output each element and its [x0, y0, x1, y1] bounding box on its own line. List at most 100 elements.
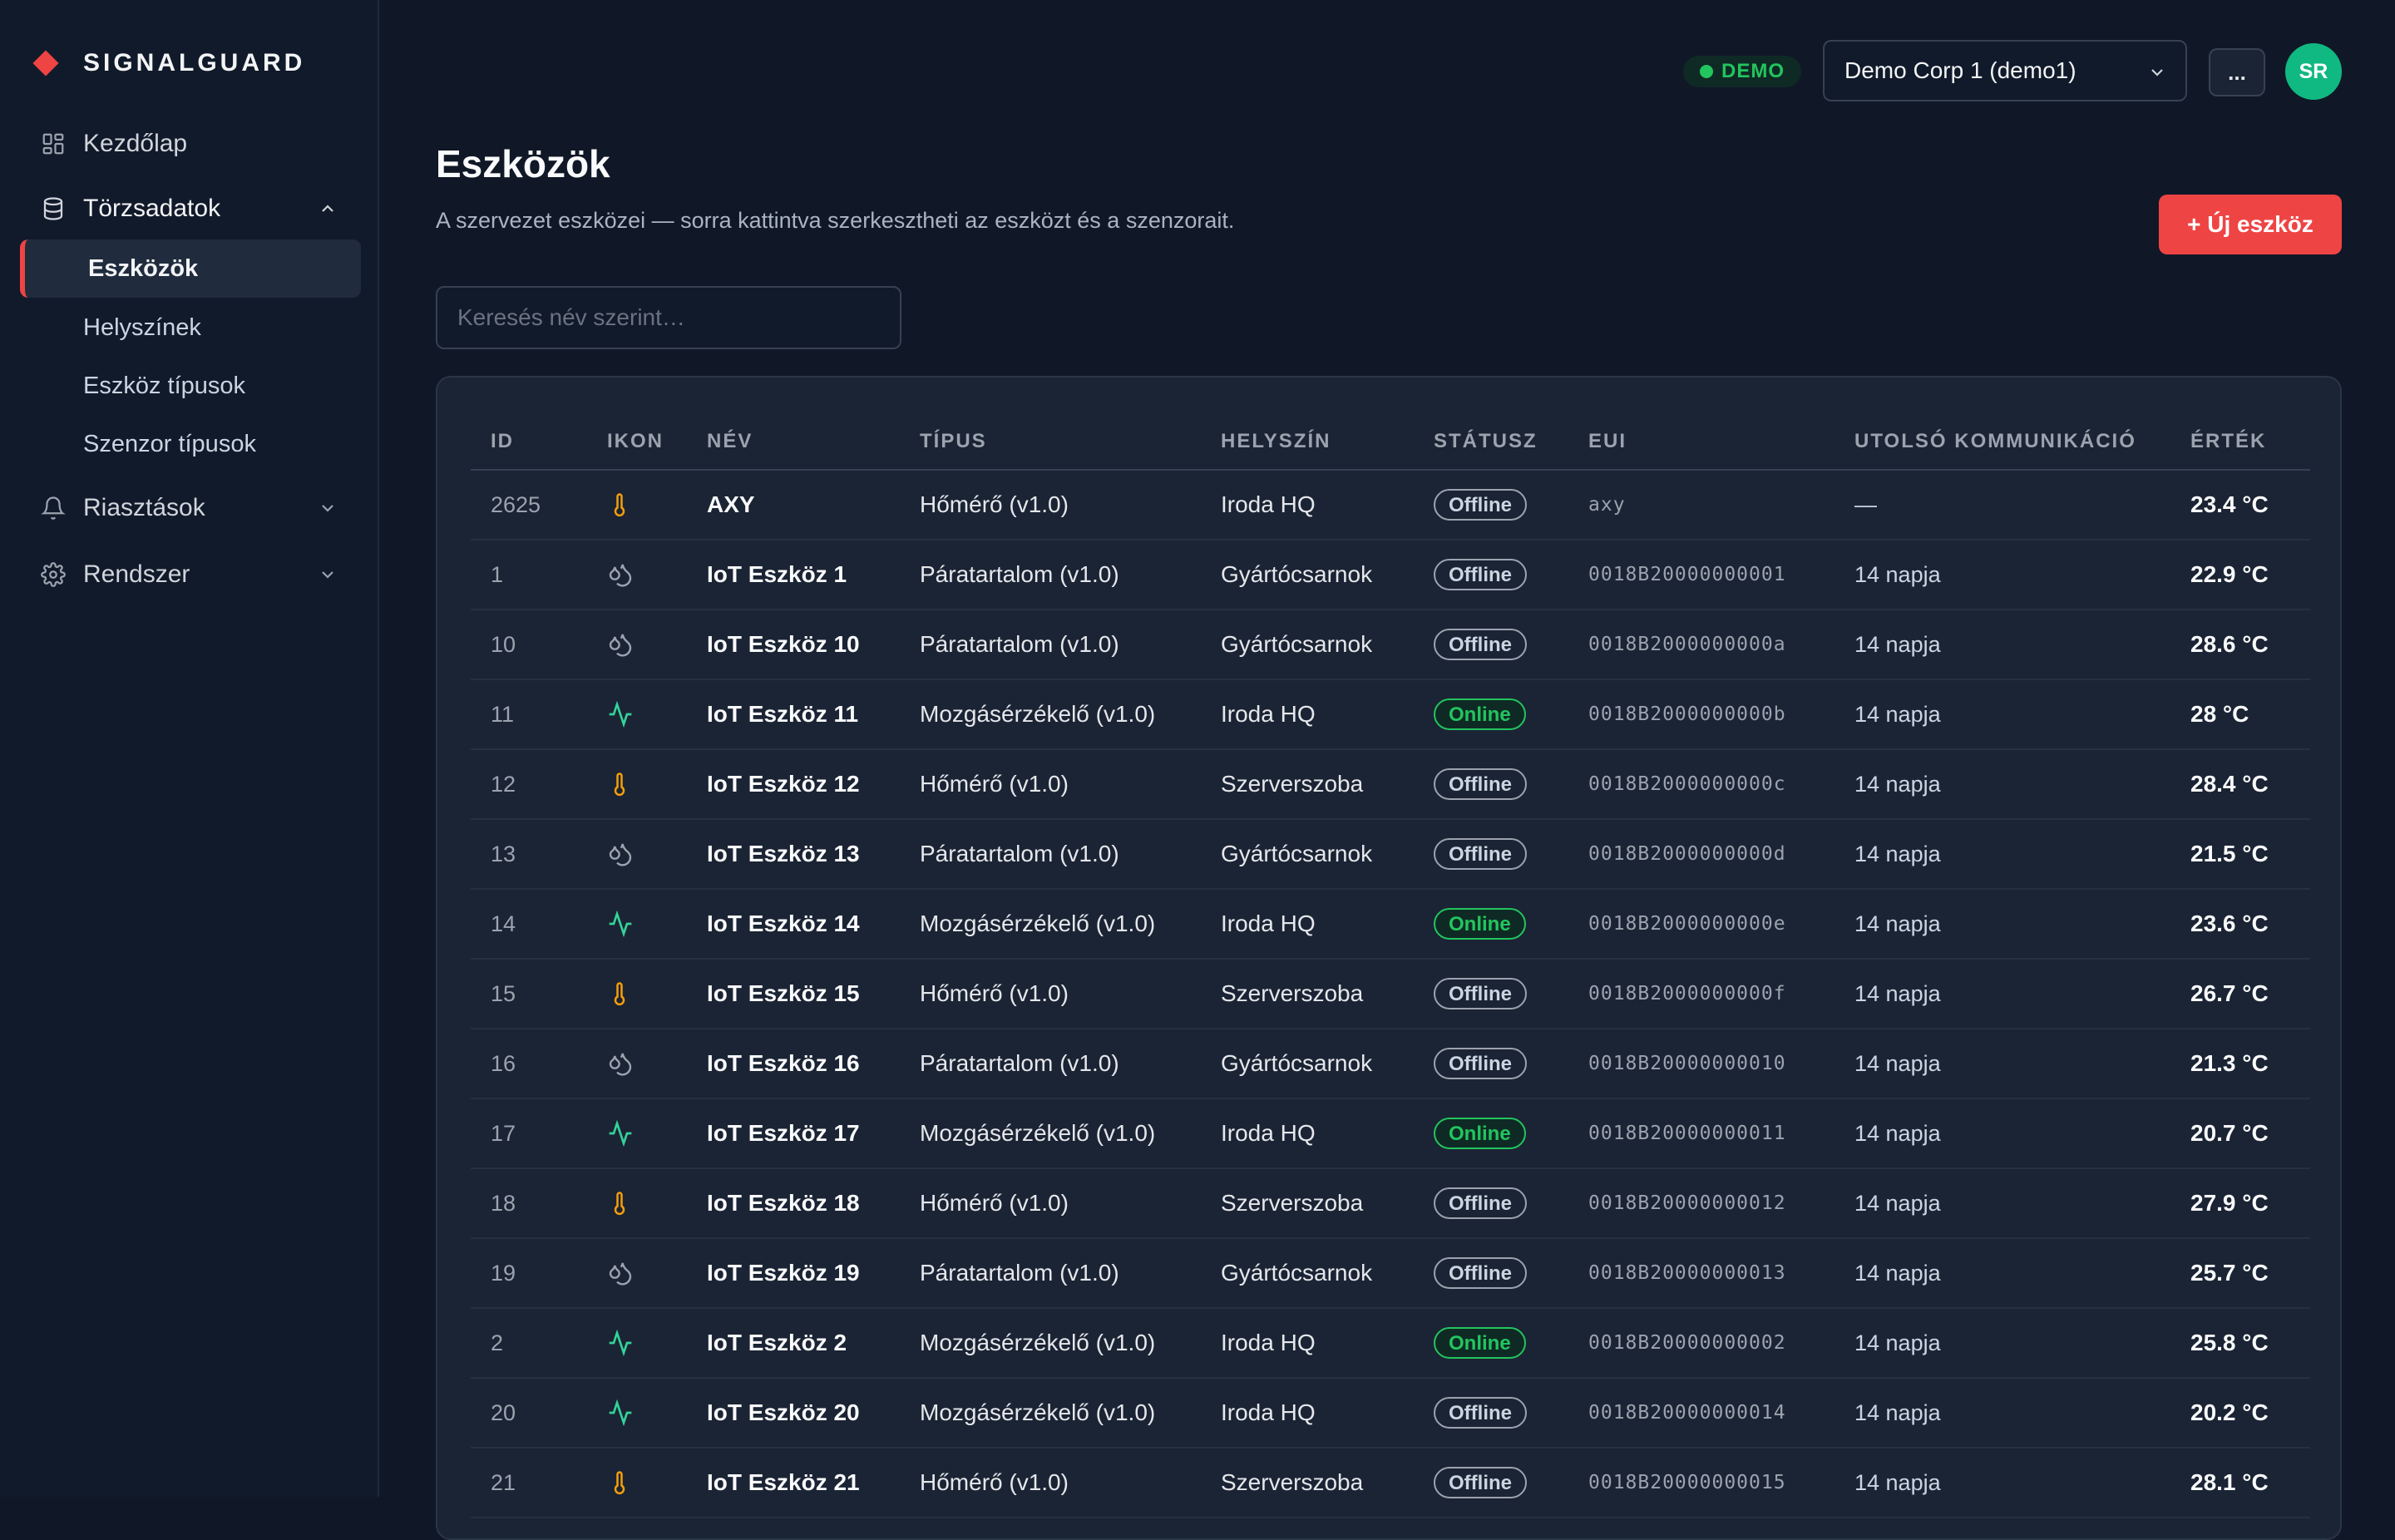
table-row[interactable]: 2 IoT Eszköz 2 Mozgásérzékelő (v1.0) Iroda …: [471, 1308, 2310, 1379]
database-icon: [40, 195, 67, 222]
cell-id: 12: [471, 749, 587, 820]
table-row[interactable]: 19 IoT Eszköz 19 Páratartalom (v1.0) Gyártó…: [471, 1238, 2310, 1309]
sidebar-subitem-locations[interactable]: Helyszínek: [83, 307, 201, 348]
cell-eui: 0018B20000000014: [1568, 1378, 1835, 1449]
sidebar-subitem-sensor-types[interactable]: Szenzor típusok: [83, 423, 256, 465]
cell-name: IoT Eszköz 19: [687, 1238, 900, 1309]
cell-eui: 0018B2000000000e: [1568, 889, 1835, 960]
cell-last-communication: 14 napja: [1835, 540, 2170, 610]
cell-last-communication: 14 napja: [1835, 1098, 2170, 1169]
cell-name: IoT Eszköz 2: [687, 1308, 900, 1379]
cell-value: 21.3 °C: [2170, 1029, 2310, 1099]
cell-type: Hőmérő (v1.0): [900, 1168, 1201, 1239]
sidebar-item-dashboard[interactable]: Kezdőlap: [40, 123, 187, 165]
cell-type: Hőmérő (v1.0): [900, 959, 1201, 1029]
cell-location: Gyártócsarnok: [1201, 1029, 1414, 1099]
cell-last-communication: 14 napja: [1835, 1308, 2170, 1379]
cell-last-communication: 14 napja: [1835, 819, 2170, 890]
cell-value: 22.9 °C: [2170, 540, 2310, 610]
table-row[interactable]: 13 IoT Eszköz 13 Páratartalom (v1.0) Gyártó…: [471, 819, 2310, 890]
column-header-id[interactable]: ID: [471, 414, 587, 471]
organization-select[interactable]: Demo Corp 1 (demo1): [1823, 40, 2187, 101]
thermometer-icon: [607, 981, 687, 1006]
brand-name: SIGNALGUARD: [83, 49, 306, 77]
status-badge: Offline: [1434, 489, 1527, 521]
cell-type: Páratartalom (v1.0): [900, 540, 1201, 610]
sidebar-item-label: Törzsadatok: [83, 195, 221, 222]
new-device-button[interactable]: + Új eszköz: [2159, 195, 2342, 254]
chevron-down-icon: [322, 571, 333, 579]
activity-icon: [607, 911, 687, 937]
table-row[interactable]: 16 IoT Eszköz 16 Páratartalom (v1.0) Gyártó…: [471, 1029, 2310, 1099]
cell-name: IoT Eszköz 1: [687, 540, 900, 610]
sidebar-subitem-device-types[interactable]: Eszköz típusok: [83, 365, 245, 407]
cell-location: Iroda HQ: [1201, 1098, 1414, 1169]
table-row[interactable]: 11 IoT Eszköz 11 Mozgásérzékelő (v1.0) Irod…: [471, 679, 2310, 750]
more-button[interactable]: ...: [2209, 48, 2265, 96]
cell-value: 21.5 °C: [2170, 819, 2310, 890]
cell-name: IoT Eszköz 15: [687, 959, 900, 1029]
status-badge: Offline: [1434, 978, 1527, 1009]
table-row[interactable]: 21 IoT Eszköz 21 Hőmérő (v1.0) Szerverszoba…: [471, 1448, 2310, 1518]
cell-location: Szerverszoba: [1201, 959, 1414, 1029]
page-subtitle: A szervezet eszközei — sorra kattintva s…: [436, 208, 1235, 233]
column-header-name[interactable]: NÉV: [687, 414, 900, 471]
table-row[interactable]: 14 IoT Eszköz 14 Mozgásérzékelő (v1.0) Irod…: [471, 889, 2310, 960]
table-row[interactable]: 1 IoT Eszköz 1 Páratartalom (v1.0) Gyártócs…: [471, 540, 2310, 610]
thermometer-icon: [607, 1470, 687, 1495]
cell-id: 20: [471, 1378, 587, 1449]
status-dot-icon: [1700, 65, 1713, 78]
cell-type: Páratartalom (v1.0): [900, 610, 1201, 680]
column-header-type[interactable]: TÍPUS: [900, 414, 1201, 471]
table-row[interactable]: 17 IoT Eszköz 17 Mozgásérzékelő (v1.0) Irod…: [471, 1098, 2310, 1169]
cell-location: Iroda HQ: [1201, 470, 1414, 540]
thermometer-icon: [607, 772, 687, 797]
droplets-icon: [607, 631, 687, 658]
cell-location: Gyártócsarnok: [1201, 610, 1414, 680]
cell-value: 27.9 °C: [2170, 1168, 2310, 1239]
table-row[interactable]: 20 IoT Eszköz 20 Mozgásérzékelő (v1.0) Irod…: [471, 1378, 2310, 1449]
cell-eui: 0018B20000000002: [1568, 1308, 1835, 1379]
status-badge: Online: [1434, 1327, 1526, 1359]
column-header-eui[interactable]: EUI: [1568, 414, 1835, 471]
sidebar-item-master-data[interactable]: Törzsadatok: [40, 188, 333, 230]
table-row[interactable]: 10 IoT Eszköz 10 Páratartalom (v1.0) Gyártó…: [471, 610, 2310, 680]
thermometer-icon: [607, 492, 687, 517]
table-row[interactable]: 15 IoT Eszköz 15 Hőmérő (v1.0) Szerverszoba…: [471, 959, 2310, 1029]
cell-eui: 0018B2000000000b: [1568, 679, 1835, 750]
cell-eui: 0018B20000000010: [1568, 1029, 1835, 1099]
organization-select-value: Demo Corp 1 (demo1): [1844, 57, 2076, 83]
column-header-location[interactable]: HELYSZÍN: [1201, 414, 1414, 471]
table-row[interactable]: 2625 AXY Hőmérő (v1.0) Iroda HQ Offline axy —2…: [471, 470, 2310, 540]
cell-type: Mozgásérzékelő (v1.0): [900, 889, 1201, 960]
cell-id: 13: [471, 819, 587, 890]
status-badge: Offline: [1434, 629, 1527, 660]
sidebar-item-system[interactable]: Rendszer: [40, 554, 333, 595]
cell-last-communication: 14 napja: [1835, 1378, 2170, 1449]
table-row[interactable]: 18 IoT Eszköz 18 Hőmérő (v1.0) Szerverszoba…: [471, 1168, 2310, 1239]
brand-logo[interactable]: SIGNALGUARD: [32, 47, 306, 80]
column-header-status[interactable]: STÁTUSZ: [1414, 414, 1568, 471]
status-badge: Offline: [1434, 1257, 1527, 1289]
cell-last-communication: 14 napja: [1835, 1238, 2170, 1309]
column-header-value[interactable]: ÉRTÉK: [2170, 414, 2310, 471]
cell-name: IoT Eszköz 16: [687, 1029, 900, 1099]
column-header-icon[interactable]: IKON: [587, 414, 687, 471]
table-row[interactable]: 12 IoT Eszköz 12 Hőmérő (v1.0) Szerverszoba…: [471, 749, 2310, 820]
cell-id: 15: [471, 959, 587, 1029]
sidebar-subitem-devices[interactable]: Eszközök: [20, 239, 361, 298]
column-header-last-communication[interactable]: UTOLSÓ KOMMUNIKÁCIÓ: [1835, 414, 2170, 471]
sidebar-item-alerts[interactable]: Riasztások: [40, 487, 333, 529]
cell-type: Mozgásérzékelő (v1.0): [900, 1378, 1201, 1449]
cell-location: Gyártócsarnok: [1201, 1238, 1414, 1309]
cell-location: Iroda HQ: [1201, 1308, 1414, 1379]
user-avatar[interactable]: SR: [2285, 43, 2342, 100]
search-input[interactable]: [436, 286, 901, 349]
bell-icon: [40, 495, 67, 521]
activity-icon: [607, 1330, 687, 1356]
chevron-down-icon: [2151, 69, 2163, 77]
cell-last-communication: —: [1835, 470, 2170, 540]
droplets-icon: [607, 841, 687, 867]
cell-last-communication: 14 napja: [1835, 959, 2170, 1029]
cell-name: IoT Eszköz 10: [687, 610, 900, 680]
